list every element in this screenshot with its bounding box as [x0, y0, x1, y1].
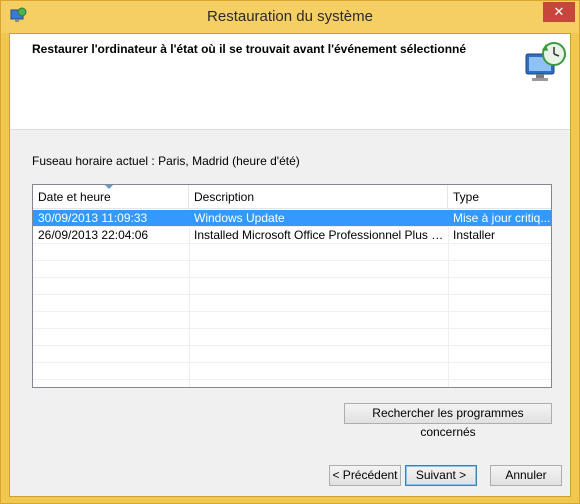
page-title: Restaurer l'ordinateur à l'état où il se… [32, 42, 467, 56]
restore-point-description: Installed Microsoft Office Professionnel… [194, 228, 448, 242]
restore-point-type: Installer [453, 228, 496, 242]
empty-row [33, 244, 551, 261]
restore-point-date: 26/09/2013 22:04:06 [38, 228, 149, 242]
wizard-body: Restaurer l'ordinateur à l'état où il se… [9, 33, 571, 497]
empty-row [33, 346, 551, 363]
restore-clock-monitor-icon [525, 42, 566, 81]
empty-row [33, 363, 551, 380]
empty-row [33, 261, 551, 278]
close-button[interactable]: ✕ [543, 2, 575, 22]
next-button[interactable]: Suivant > [405, 465, 477, 486]
window-title: Restauration du système [207, 8, 373, 25]
empty-row [33, 295, 551, 312]
column-header-type[interactable]: Type [448, 185, 551, 209]
list-item[interactable]: 26/09/2013 22:04:06 Installed Microsoft … [33, 227, 551, 244]
wizard-header: Restaurer l'ordinateur à l'état où il se… [10, 34, 570, 130]
empty-row [33, 312, 551, 329]
title-bar[interactable]: Restauration du système ✕ [1, 1, 579, 33]
list-header: Date et heure Description Type [33, 185, 551, 209]
restore-point-description: Windows Update [194, 211, 285, 225]
sort-arrow-icon [105, 185, 113, 189]
system-restore-window: Restauration du système ✕ Restaurer l'or… [0, 0, 580, 504]
timezone-label: Fuseau horaire actuel : Paris, Madrid (h… [32, 154, 300, 168]
empty-row [33, 329, 551, 346]
back-button[interactable]: < Précédent [329, 465, 401, 486]
restore-points-list[interactable]: Date et heure Description Type 30/09/201… [32, 184, 552, 388]
cancel-button[interactable]: Annuler [490, 465, 562, 486]
empty-row [33, 278, 551, 295]
scan-affected-programs-button[interactable]: Rechercher les programmes concernés [344, 403, 552, 439]
column-header-description[interactable]: Description [189, 185, 448, 209]
restore-point-date: 30/09/2013 11:09:33 [38, 211, 148, 225]
restore-point-type: Mise à jour critiq... [453, 211, 551, 225]
list-item[interactable]: 30/09/2013 11:09:33 Windows Update Mise … [33, 210, 551, 227]
